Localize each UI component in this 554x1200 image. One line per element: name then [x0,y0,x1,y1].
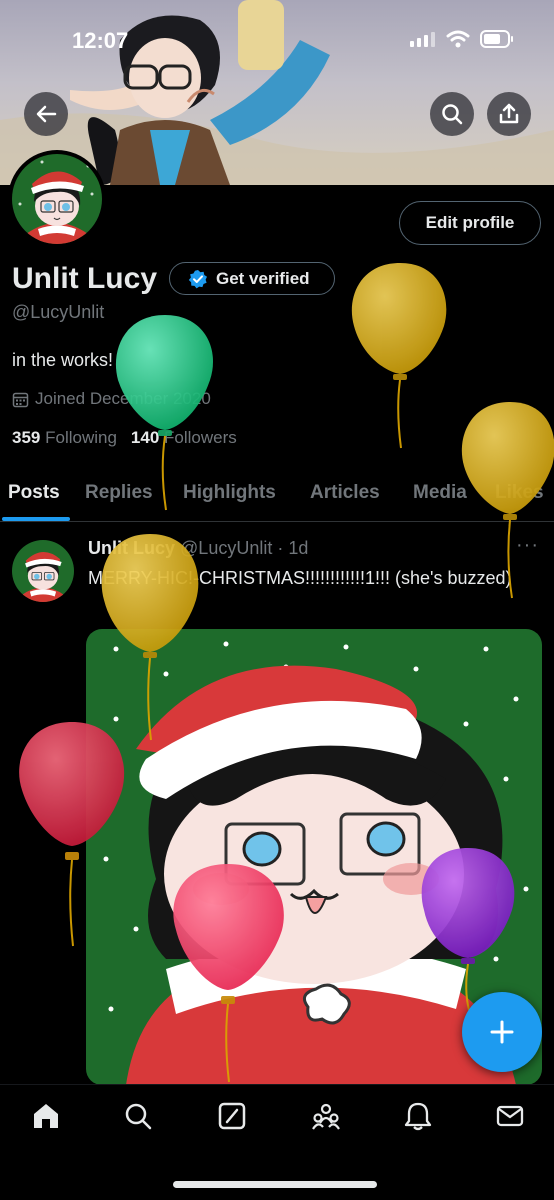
tab-replies[interactable]: Replies [85,482,153,504]
verified-badge-icon [188,269,207,288]
share-icon [499,103,519,124]
nav-grok[interactable] [216,1100,248,1132]
nav-communities[interactable] [310,1100,342,1132]
following-link[interactable]: 359 Following [12,428,117,448]
profile-tabs: Posts Replies Highlights Articles Media … [0,470,554,522]
balloon-gold-top [351,263,447,449]
profile-avatar[interactable] [8,150,106,248]
communities-icon [312,1103,340,1130]
notifications-icon [404,1102,432,1131]
post-more-icon[interactable]: ··· [516,534,539,557]
get-verified-button[interactable]: Get verified [169,262,335,295]
follow-counts: 359 Following 140 Followers [12,428,237,448]
avatar-image [12,154,102,244]
share-button[interactable] [487,92,531,136]
search-icon [125,1103,152,1130]
followers-label: Followers [164,428,237,447]
post-author-avatar[interactable] [12,540,74,602]
calendar-icon [12,392,29,407]
status-bar: 12:07 [0,0,554,60]
following-label: Following [45,428,117,447]
followers-count: 140 [130,428,160,447]
profile-name: Unlit Lucy [12,262,158,295]
edit-profile-button[interactable]: Edit profile [399,201,541,245]
back-button[interactable] [24,92,68,136]
plus-icon [490,1020,514,1044]
nav-home[interactable] [30,1100,62,1132]
tab-likes[interactable]: Likes [495,482,544,504]
grok-icon [218,1102,246,1130]
post-time: · 1d [277,538,309,558]
wifi-icon [446,30,470,48]
get-verified-label: Get verified [216,268,310,288]
active-tab-indicator [2,517,70,521]
nav-notifications[interactable] [402,1100,434,1132]
battery-icon [480,30,513,48]
status-time: 12:07 [72,28,129,53]
compose-button[interactable] [462,992,542,1072]
tab-media[interactable]: Media [413,482,467,504]
profile-handle: @LucyUnlit [12,302,105,322]
search-icon [442,104,463,125]
tab-articles[interactable]: Articles [310,482,380,504]
back-arrow-icon [36,105,57,123]
profile-bio: in the works! [12,350,114,370]
post-text: MERRY-HIC!-CHRISTMAS!!!!!!!!!!!!1!!! (sh… [88,568,512,588]
following-count: 359 [12,428,41,447]
nav-search[interactable] [122,1100,154,1132]
post-avatar-image [12,540,74,602]
tab-highlights[interactable]: Highlights [183,482,276,504]
tab-posts[interactable]: Posts [8,482,60,504]
signal-icon [410,32,435,47]
nav-messages[interactable] [494,1100,526,1132]
status-icons [410,30,514,48]
messages-icon [496,1105,524,1127]
joined-label: Joined December 2020 [35,389,211,408]
joined-date: Joined December 2020 [12,389,211,409]
home-icon [34,1104,58,1128]
followers-link[interactable]: 140 Followers [131,428,237,448]
search-button[interactable] [430,92,474,136]
post-header: Unlit Lucy @LucyUnlit · 1d [88,538,308,559]
home-indicator[interactable] [173,1181,377,1188]
post-author-handle[interactable]: @LucyUnlit [180,538,272,558]
post-author-name[interactable]: Unlit Lucy [88,538,175,558]
